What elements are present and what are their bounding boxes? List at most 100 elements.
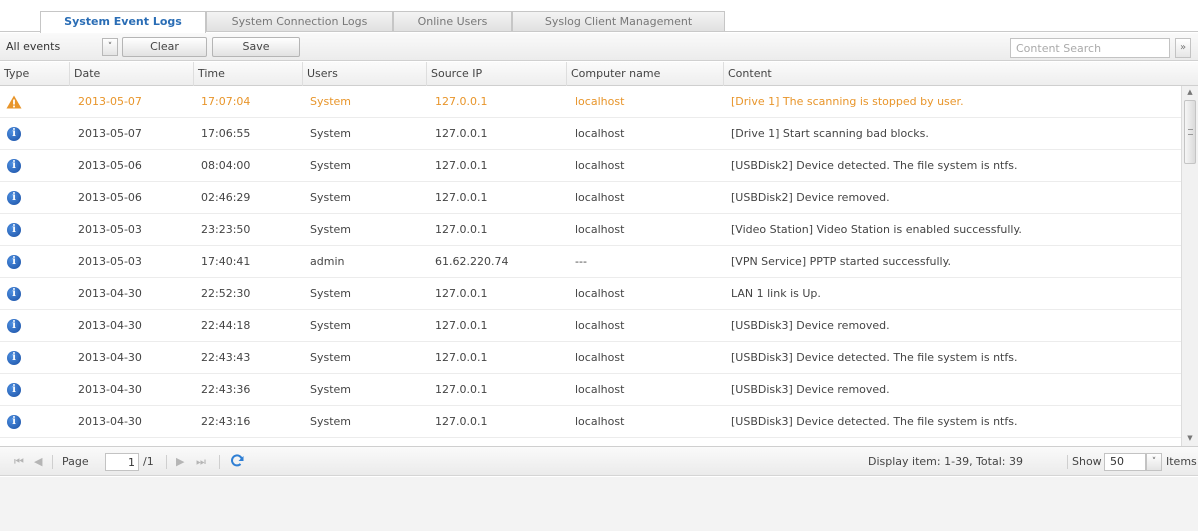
info-icon: i — [7, 319, 21, 333]
source-ip-cell: 61.62.220.74 — [435, 255, 509, 268]
date-cell: 2013-04-30 — [78, 351, 142, 364]
grip-icon — [1188, 129, 1193, 135]
date-cell: 2013-04-30 — [78, 415, 142, 428]
column-header-type[interactable]: Type — [0, 62, 70, 86]
tab-system-connection-logs[interactable]: System Connection Logs — [206, 11, 393, 32]
event-filter-select[interactable]: All events ˅ — [6, 38, 118, 56]
date-cell: 2013-05-06 — [78, 191, 142, 204]
content-search-input[interactable] — [1010, 38, 1170, 58]
info-icon: i — [7, 159, 21, 173]
table-row[interactable]: i 2013-05-06 08:04:00 System 127.0.0.1 localh… — [0, 150, 1181, 182]
info-icon: i — [7, 287, 21, 301]
column-header-date[interactable]: Date — [70, 62, 194, 86]
table-row[interactable]: i 2013-05-03 17:40:41 admin 61.62.220.74 --- [… — [0, 246, 1181, 278]
date-cell: 2013-05-06 — [78, 159, 142, 172]
source-ip-cell: 127.0.0.1 — [435, 319, 488, 332]
info-icon: i — [7, 191, 21, 205]
table-row[interactable]: i 2013-04-30 22:43:16 System 127.0.0.1 localh… — [0, 406, 1181, 438]
pager-separator — [52, 455, 53, 469]
user-cell: System — [310, 287, 352, 300]
scroll-up-arrow-icon[interactable]: ▲ — [1182, 86, 1198, 98]
table-row[interactable]: i 2013-05-07 17:06:55 System 127.0.0.1 localh… — [0, 118, 1181, 150]
user-cell: System — [310, 127, 352, 140]
time-cell: 22:43:36 — [201, 383, 251, 396]
user-cell: System — [310, 159, 352, 172]
next-page-icon[interactable]: ▶ — [176, 447, 184, 477]
previous-page-icon[interactable]: ◀ — [34, 447, 42, 477]
tab-system-event-logs[interactable]: System Event Logs — [40, 11, 206, 33]
table-row[interactable]: i 2013-05-03 23:23:50 System 127.0.0.1 localh… — [0, 214, 1181, 246]
chevron-down-icon[interactable]: ˅ — [102, 38, 118, 56]
content-cell: [USBDisk2] Device detected. The file sys… — [731, 159, 1018, 172]
source-ip-cell: 127.0.0.1 — [435, 127, 488, 140]
double-chevron-down-icon[interactable]: » — [1175, 38, 1191, 58]
computer-name-cell: localhost — [575, 159, 625, 172]
content-cell: [VPN Service] PPTP started successfully. — [731, 255, 952, 268]
source-ip-cell: 127.0.0.1 — [435, 351, 488, 364]
computer-name-cell: localhost — [575, 223, 625, 236]
date-cell: 2013-05-03 — [78, 255, 142, 268]
column-header-time[interactable]: Time — [194, 62, 303, 86]
table-row[interactable]: 2013-05-07 17:07:04 System 127.0.0.1 localho… — [0, 86, 1181, 118]
chevron-down-icon[interactable]: ˅ — [1146, 453, 1162, 471]
computer-name-cell: localhost — [575, 319, 625, 332]
info-icon: i — [7, 127, 21, 141]
scroll-down-arrow-icon[interactable]: ▼ — [1182, 432, 1198, 444]
table-row[interactable]: i 2013-05-06 02:46:29 System 127.0.0.1 localh… — [0, 182, 1181, 214]
footer-area — [0, 477, 1198, 531]
column-header-source-ip[interactable]: Source IP — [427, 62, 567, 86]
tab-online-users[interactable]: Online Users — [393, 11, 512, 32]
scrollbar-thumb[interactable] — [1184, 100, 1196, 164]
refresh-icon[interactable] — [229, 453, 245, 469]
source-ip-cell: 127.0.0.1 — [435, 95, 488, 108]
user-cell: admin — [310, 255, 345, 268]
event-filter-value: All events — [6, 40, 61, 53]
time-cell: 17:06:55 — [201, 127, 251, 140]
save-button[interactable]: Save — [212, 37, 300, 57]
user-cell: System — [310, 415, 352, 428]
date-cell: 2013-04-30 — [78, 383, 142, 396]
time-cell: 23:23:50 — [201, 223, 251, 236]
clear-button[interactable]: Clear — [122, 37, 207, 57]
computer-name-cell: --- — [575, 255, 587, 268]
computer-name-cell: localhost — [575, 127, 625, 140]
content-cell: [Drive 1] The scanning is stopped by use… — [731, 95, 964, 108]
info-icon: i — [7, 383, 21, 397]
table-row[interactable]: i 2013-04-30 22:52:30 System 127.0.0.1 localh… — [0, 278, 1181, 310]
date-cell: 2013-05-07 — [78, 127, 142, 140]
content-cell: [Drive 1] Start scanning bad blocks. — [731, 127, 929, 140]
pagination-bar: ⏮ ◀ Page /1 ▶ ⏭ Display item: 1-39, Tota… — [0, 446, 1198, 476]
content-cell: [USBDisk2] Device removed. — [731, 191, 890, 204]
items-label: Items — [1166, 455, 1197, 468]
vertical-scrollbar[interactable]: ▲ ▼ — [1181, 86, 1198, 446]
items-per-page-select[interactable]: 50 — [1104, 453, 1146, 471]
time-cell: 22:52:30 — [201, 287, 251, 300]
toolbar: All events ˅ Clear Save » — [0, 33, 1198, 61]
table-row[interactable]: i 2013-04-30 22:44:18 System 127.0.0.1 localh… — [0, 310, 1181, 342]
table-header: Type Date Time Users Source IP Computer … — [0, 62, 1198, 86]
column-header-content[interactable]: Content — [724, 62, 1198, 86]
user-cell: System — [310, 95, 352, 108]
pager-separator — [166, 455, 167, 469]
last-page-icon[interactable]: ⏭ — [196, 447, 206, 477]
user-cell: System — [310, 319, 352, 332]
source-ip-cell: 127.0.0.1 — [435, 223, 488, 236]
user-cell: System — [310, 223, 352, 236]
info-icon: i — [7, 351, 21, 365]
table-row[interactable]: i 2013-04-30 22:43:36 System 127.0.0.1 localh… — [0, 374, 1181, 406]
column-header-computer-name[interactable]: Computer name — [567, 62, 724, 86]
time-cell: 22:43:43 — [201, 351, 251, 364]
date-cell: 2013-05-07 — [78, 95, 142, 108]
time-cell: 22:44:18 — [201, 319, 251, 332]
time-cell: 02:46:29 — [201, 191, 251, 204]
tab-syslog-client-management[interactable]: Syslog Client Management — [512, 11, 725, 32]
first-page-icon[interactable]: ⏮ — [14, 447, 24, 477]
computer-name-cell: localhost — [575, 191, 625, 204]
source-ip-cell: 127.0.0.1 — [435, 191, 488, 204]
time-cell: 17:07:04 — [201, 95, 251, 108]
info-icon: i — [7, 415, 21, 429]
page-number-input[interactable] — [105, 453, 139, 471]
table-row[interactable]: i 2013-04-30 22:43:43 System 127.0.0.1 localh… — [0, 342, 1181, 374]
column-header-users[interactable]: Users — [303, 62, 427, 86]
computer-name-cell: localhost — [575, 383, 625, 396]
